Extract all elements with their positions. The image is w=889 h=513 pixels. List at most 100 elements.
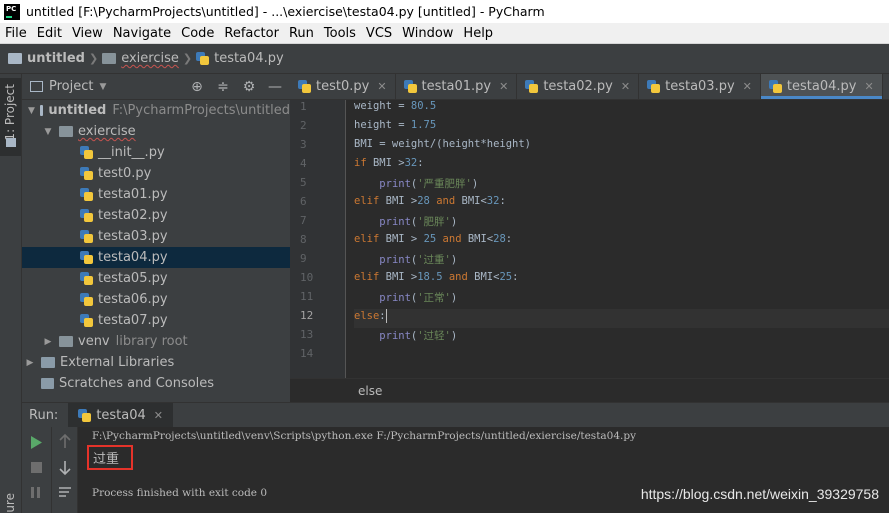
python-file-icon [80, 230, 93, 243]
python-file-icon [298, 80, 311, 93]
run-tab-testa04[interactable]: testa04 ✕ [68, 402, 174, 428]
code-line[interactable]: elif BMI > 25 and BMI<28: [354, 233, 889, 252]
expand-arrow-icon[interactable]: ▶ [24, 358, 36, 368]
close-icon[interactable]: ✕ [499, 80, 508, 93]
breadcrumb-folder[interactable]: exiercise [102, 51, 179, 66]
tree-item-venv[interactable]: ▶ venv library root [22, 331, 290, 352]
editor-tab-bar: test0.py ✕ testa01.py ✕ testa02.py ✕ tes… [290, 74, 889, 100]
line-number: 5 [300, 176, 307, 189]
menu-edit[interactable]: Edit [32, 26, 67, 41]
console-result: 过重 [93, 452, 120, 467]
close-icon[interactable]: ✕ [377, 80, 386, 93]
project-tool-tab[interactable]: 1: Project [0, 78, 21, 156]
menu-refactor[interactable]: Refactor [219, 26, 284, 41]
menu-window[interactable]: Window [397, 26, 458, 41]
expand-arrow-icon[interactable]: ▼ [42, 127, 54, 137]
tree-item-testa03-py[interactable]: testa03.py [22, 226, 290, 247]
python-file-icon [647, 80, 661, 93]
python-file-icon [196, 52, 210, 65]
python-file-icon [80, 293, 93, 306]
hide-panel-icon[interactable]: — [268, 79, 282, 95]
menu-view[interactable]: View [67, 26, 108, 41]
tree-item-testa02-py[interactable]: testa02.py [22, 205, 290, 226]
breadcrumb-project[interactable]: untitled [8, 51, 85, 66]
run-toolbar-icons [31, 436, 42, 498]
menu-help[interactable]: Help [458, 26, 498, 41]
line-number: 7 [300, 214, 307, 227]
code-line[interactable]: elif BMI >18.5 and BMI<25: [354, 271, 889, 290]
code-line[interactable]: elif BMI >28 and BMI<32: [354, 195, 889, 214]
code-line[interactable]: else: [354, 309, 889, 328]
tree-item-scratches[interactable]: Scratches and Consoles [22, 373, 290, 394]
scroll-from-source-icon[interactable]: ⊕ [190, 79, 204, 95]
tree-item-init-py[interactable]: __init__.py [22, 142, 290, 163]
expand-arrow-icon[interactable]: ▶ [42, 337, 54, 347]
close-icon[interactable]: ✕ [743, 80, 752, 93]
line-number: 2 [300, 119, 307, 132]
tree-item-testa04-py[interactable]: testa04.py [22, 247, 290, 268]
python-file-icon [80, 272, 93, 285]
tree-item-untitled[interactable]: ▼ untitled F:\PycharmProjects\untitled [22, 100, 290, 121]
tab-testa01-py[interactable]: testa01.py ✕ [396, 74, 518, 99]
arrow-down-icon [59, 461, 71, 476]
console-command: F:\PycharmProjects\untitled\venv\Scripts… [92, 430, 637, 442]
code-line[interactable] [354, 347, 889, 366]
tab-testa02-py[interactable]: testa02.py ✕ [517, 74, 640, 99]
code-breadcrumb-item[interactable]: else [358, 384, 382, 398]
console-output[interactable]: F:\PycharmProjects\untitled\venv\Scripts… [78, 427, 889, 513]
line-number: 13 [300, 328, 314, 341]
python-file-icon [80, 209, 93, 222]
close-icon[interactable]: ✕ [864, 80, 873, 93]
menu-tools[interactable]: Tools [319, 26, 361, 41]
watermark: https://blog.csdn.net/weixin_39329758 [640, 486, 879, 502]
line-number: 9 [300, 252, 307, 265]
menu-run[interactable]: Run [284, 26, 319, 41]
line-number: 11 [300, 290, 314, 303]
tree-item-testa05-py[interactable]: testa05.py [22, 268, 290, 289]
expand-arrow-icon[interactable]: ▼ [28, 106, 35, 116]
console-result-highlight: 过重 [87, 445, 133, 470]
code-line[interactable]: print('严重肥胖') [354, 176, 889, 195]
console-exit-message: Process finished with exit code 0 [92, 487, 268, 499]
menu-navigate[interactable]: Navigate [108, 26, 176, 41]
tab-test0-py[interactable]: test0.py ✕ [290, 74, 396, 99]
tree-item-external-libraries[interactable]: ▶ External Libraries [22, 352, 290, 373]
tree-item-testa01-py[interactable]: testa01.py [22, 184, 290, 205]
structure-tool-tab[interactable]: ure [3, 493, 17, 513]
tree-item-testa07-py[interactable]: testa07.py [22, 310, 290, 331]
code-line[interactable]: print('过轻') [354, 328, 889, 347]
tab-testa03-py[interactable]: testa03.py ✕ [639, 74, 761, 99]
code-line[interactable]: height = 1.75 [354, 119, 889, 138]
line-number-gutter: 1 2 3 4 5 6 7 8 9 10 11 12 13 14 [290, 100, 346, 378]
caret-down-icon[interactable]: ▼ [99, 82, 106, 92]
text-cursor [385, 309, 387, 323]
tree-item-testa06-py[interactable]: testa06.py [22, 289, 290, 310]
menu-file[interactable]: File [0, 26, 32, 41]
menu-vcs[interactable]: VCS [361, 26, 397, 41]
python-file-icon [80, 251, 93, 264]
code-line[interactable]: print('过重') [354, 252, 889, 271]
code-line[interactable]: print('肥胖') [354, 214, 889, 233]
project-panel-title[interactable]: Project [49, 79, 93, 94]
collapse-all-icon[interactable]: ≑ [216, 79, 230, 95]
code-area[interactable]: weight = 80.5 height = 1.75 BMI = weight/(… [354, 100, 889, 366]
code-line[interactable]: weight = 80.5 [354, 100, 889, 119]
close-icon[interactable]: ✕ [154, 409, 163, 422]
close-icon[interactable]: ✕ [621, 80, 630, 93]
rerun-icon [31, 436, 42, 449]
tree-item-exiercise[interactable]: ▼ exiercise [22, 121, 290, 142]
soft-wrap-icon [59, 487, 71, 497]
line-number: 1 [300, 100, 307, 113]
tab-testa04-py[interactable]: testa04.py ✕ [760, 74, 883, 99]
code-editor[interactable]: 1 2 3 4 5 6 7 8 9 10 11 12 13 14 weight … [290, 100, 889, 378]
tree-item-test0-py[interactable]: test0.py [22, 163, 290, 184]
menu-code[interactable]: Code [176, 26, 219, 41]
gear-icon[interactable]: ⚙ [242, 79, 256, 95]
line-number: 12 [300, 309, 314, 322]
breadcrumb-file[interactable]: testa04.py [196, 51, 284, 66]
code-line[interactable]: BMI = weight/(height*height) [354, 138, 889, 157]
line-number: 4 [300, 157, 307, 170]
tab-testa05-py[interactable]: testa05 [883, 74, 889, 99]
code-line[interactable]: if BMI >32: [354, 157, 889, 176]
code-line[interactable]: print('正常') [354, 290, 889, 309]
